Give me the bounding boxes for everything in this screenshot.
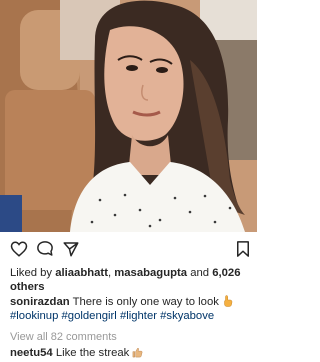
caption-username[interactable]: sonirazdan xyxy=(10,296,70,308)
hashtag-lookinup[interactable]: #lookinup xyxy=(10,310,58,322)
hashtag-skyabove[interactable]: #skyabove xyxy=(160,310,214,322)
post-action-bar xyxy=(0,236,257,262)
comment-username[interactable]: neetu54 xyxy=(10,347,53,359)
hashtag-goldengirl[interactable]: #goldengirl xyxy=(62,310,117,322)
view-all-comments-link[interactable]: View all 82 comments xyxy=(10,330,210,344)
heart-icon[interactable] xyxy=(10,240,28,258)
likes-summary[interactable]: Liked by aliaabhatt, masabagupta and 6,0… xyxy=(10,266,250,294)
send-arrow-icon[interactable] xyxy=(62,240,80,258)
post-caption: sonirazdan There is only one way to look… xyxy=(10,295,252,323)
pointing-up-hand-icon xyxy=(224,295,233,307)
liker-link-masabagupta[interactable]: masabagupta xyxy=(114,267,187,279)
likes-and: and xyxy=(187,267,213,279)
likes-count[interactable]: 6,026 xyxy=(212,267,240,279)
caption-text: There is only one way to look xyxy=(69,296,223,308)
comment-item: neetu54 Like the streak xyxy=(10,346,250,360)
comment-bubble-icon[interactable] xyxy=(36,240,54,258)
likes-prefix: Liked by xyxy=(10,267,56,279)
portrait-photo xyxy=(0,0,257,232)
comment-text: Like the streak xyxy=(52,347,133,359)
hashtag-lighter[interactable]: #lighter xyxy=(120,310,157,322)
post-photo[interactable] xyxy=(0,0,257,232)
likes-others[interactable]: others xyxy=(10,281,45,293)
liker-link-aliaabhatt[interactable]: aliaabhatt xyxy=(55,267,108,279)
bookmark-icon[interactable] xyxy=(234,240,252,258)
thumbs-up-icon xyxy=(133,347,143,358)
